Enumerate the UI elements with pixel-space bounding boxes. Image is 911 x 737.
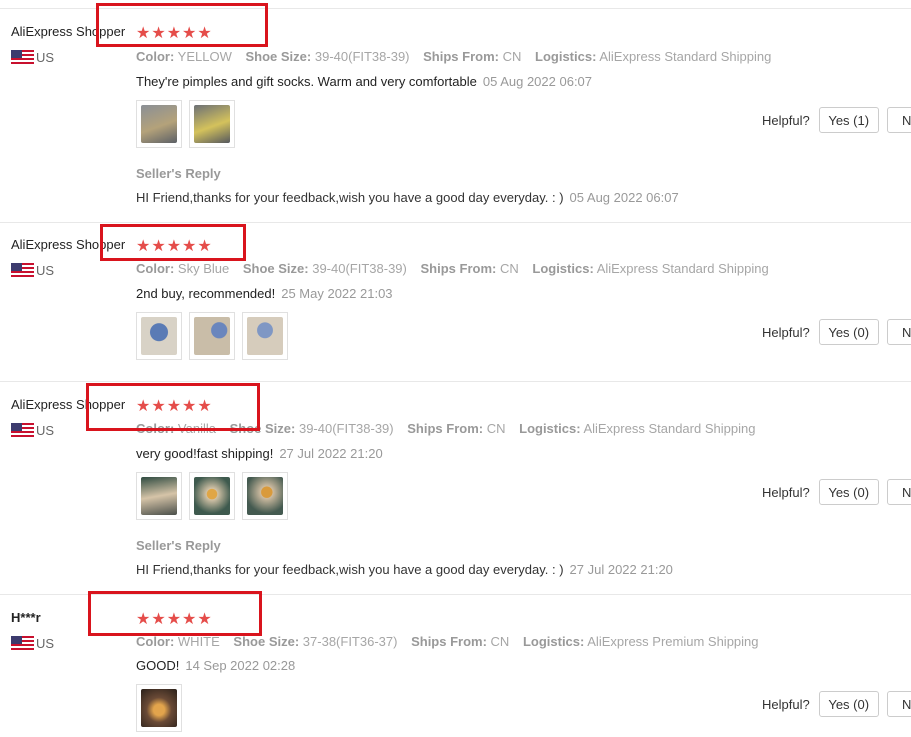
- seller-reply-text: HI Friend,thanks for your feedback,wish …: [136, 562, 564, 577]
- review-photo[interactable]: [189, 100, 235, 148]
- review-date: 14 Sep 2022 02:28: [185, 658, 296, 673]
- review-photo[interactable]: [242, 312, 288, 360]
- helpful-group: Helpful? Yes (0) N: [762, 691, 911, 717]
- reviewer-country: US: [11, 50, 54, 65]
- highlight-box: [86, 383, 260, 431]
- size-value: 39-40(FIT38-39): [298, 421, 394, 436]
- highlight-box: [96, 3, 268, 47]
- logistics-label: Logistics:: [522, 634, 585, 649]
- ships-from-label: Ships From:: [411, 634, 487, 649]
- helpful-group: Helpful? Yes (0) N: [762, 319, 911, 345]
- logistics-label: Logistics:: [519, 421, 581, 436]
- logistics-value: AliExpress Premium Shipping: [587, 634, 759, 649]
- ships-from-value: CN: [502, 49, 522, 64]
- ships-from-label: Ships From:: [423, 49, 499, 64]
- review-photo[interactable]: [136, 472, 182, 520]
- color-value: Sky Blue: [177, 261, 230, 276]
- seller-reply: HI Friend,thanks for your feedback,wish …: [136, 190, 679, 205]
- helpful-no-button[interactable]: N: [886, 691, 911, 717]
- reviewer-country: US: [11, 423, 54, 438]
- review-body: 2nd buy, recommended!: [136, 286, 276, 301]
- color-label: Color:: [136, 634, 175, 649]
- review-body: They're pimples and gift socks. Warm and…: [136, 74, 477, 89]
- color-value: YELLOW: [177, 49, 232, 64]
- review-date: 25 May 2022 21:03: [281, 286, 393, 301]
- color-label: Color:: [136, 261, 175, 276]
- color-label: Color:: [136, 49, 175, 64]
- size-label: Shoe Size:: [233, 634, 300, 649]
- country-code: US: [36, 636, 55, 651]
- seller-reply-text: HI Friend,thanks for your feedback,wish …: [136, 190, 564, 205]
- seller-reply-date: 27 Jul 2022 21:20: [569, 562, 673, 577]
- review-text: 2nd buy, recommended! 25 May 2022 21:03: [136, 286, 393, 301]
- review-attributes: Color: Sky Blue Shoe Size: 39-40(FIT38-3…: [136, 261, 779, 276]
- logistics-label: Logistics:: [532, 261, 594, 276]
- logistics-value: AliExpress Standard Shipping: [583, 421, 756, 436]
- us-flag-icon: [11, 636, 34, 651]
- seller-reply-label: Seller's Reply: [136, 538, 221, 553]
- review-photo[interactable]: [189, 472, 235, 520]
- review-photos: [136, 312, 288, 360]
- helpful-label: Helpful?: [762, 324, 810, 340]
- size-label: Shoe Size:: [245, 49, 312, 64]
- review-photo[interactable]: [189, 312, 235, 360]
- review-body: GOOD!: [136, 658, 180, 673]
- us-flag-icon: [11, 50, 34, 65]
- helpful-no-button[interactable]: N: [886, 479, 911, 505]
- logistics-value: AliExpress Standard Shipping: [596, 261, 769, 276]
- ships-from-label: Ships From:: [420, 261, 497, 276]
- logistics-value: AliExpress Standard Shipping: [599, 49, 772, 64]
- review-body: very good!fast shipping!: [136, 446, 274, 461]
- color-value: WHITE: [177, 634, 220, 649]
- review-photo[interactable]: [136, 312, 182, 360]
- review-text: very good!fast shipping! 27 Jul 2022 21:2…: [136, 446, 383, 461]
- review-photos: [136, 472, 288, 520]
- helpful-no-button[interactable]: N: [886, 319, 911, 345]
- review-date: 05 Aug 2022 06:07: [482, 74, 593, 89]
- helpful-group: Helpful? Yes (0) N: [762, 479, 911, 505]
- reviewer-country: US: [11, 636, 54, 651]
- helpful-group: Helpful? Yes (1) N: [762, 107, 911, 133]
- ships-from-label: Ships From:: [407, 421, 484, 436]
- seller-reply-date: 05 Aug 2022 06:07: [569, 190, 679, 205]
- review-photos: [136, 100, 235, 148]
- seller-reply: HI Friend,thanks for your feedback,wish …: [136, 562, 673, 577]
- size-value: 39-40(FIT38-39): [314, 49, 410, 64]
- country-code: US: [36, 423, 55, 438]
- review-text: They're pimples and gift socks. Warm and…: [136, 74, 592, 89]
- review-text: GOOD! 14 Sep 2022 02:28: [136, 658, 295, 673]
- reviewer-country: US: [11, 263, 54, 278]
- review-photo[interactable]: [136, 100, 182, 148]
- size-label: Shoe Size:: [242, 261, 309, 276]
- logistics-label: Logistics:: [535, 49, 597, 64]
- review-photo[interactable]: [136, 684, 182, 732]
- us-flag-icon: [11, 423, 34, 438]
- helpful-yes-button[interactable]: Yes (0): [818, 319, 879, 345]
- review-photo[interactable]: [242, 472, 288, 520]
- ships-from-value: CN: [486, 421, 506, 436]
- review-attributes: Color: WHITE Shoe Size: 37-38(FIT36-37) …: [136, 634, 769, 649]
- country-code: US: [36, 263, 55, 278]
- ships-from-value: CN: [490, 634, 510, 649]
- size-value: 39-40(FIT38-39): [312, 261, 407, 276]
- country-code: US: [36, 50, 55, 65]
- ships-from-value: CN: [499, 261, 519, 276]
- helpful-yes-button[interactable]: Yes (0): [818, 479, 879, 505]
- us-flag-icon: [11, 263, 34, 278]
- highlight-box: [100, 224, 246, 261]
- size-value: 37-38(FIT36-37): [302, 634, 398, 649]
- helpful-yes-button[interactable]: Yes (0): [818, 691, 879, 717]
- helpful-label: Helpful?: [762, 484, 810, 500]
- helpful-yes-button[interactable]: Yes (1): [818, 107, 879, 133]
- review-photos: [136, 684, 182, 732]
- reviewer-name: H***r: [11, 610, 41, 625]
- helpful-label: Helpful?: [762, 696, 810, 712]
- helpful-label: Helpful?: [762, 112, 810, 128]
- review-date: 27 Jul 2022 21:20: [279, 446, 383, 461]
- review-attributes: Color: YELLOW Shoe Size: 39-40(FIT38-39)…: [136, 49, 781, 64]
- seller-reply-label: Seller's Reply: [136, 166, 221, 181]
- highlight-box: [88, 591, 262, 636]
- helpful-no-button[interactable]: N: [886, 107, 911, 133]
